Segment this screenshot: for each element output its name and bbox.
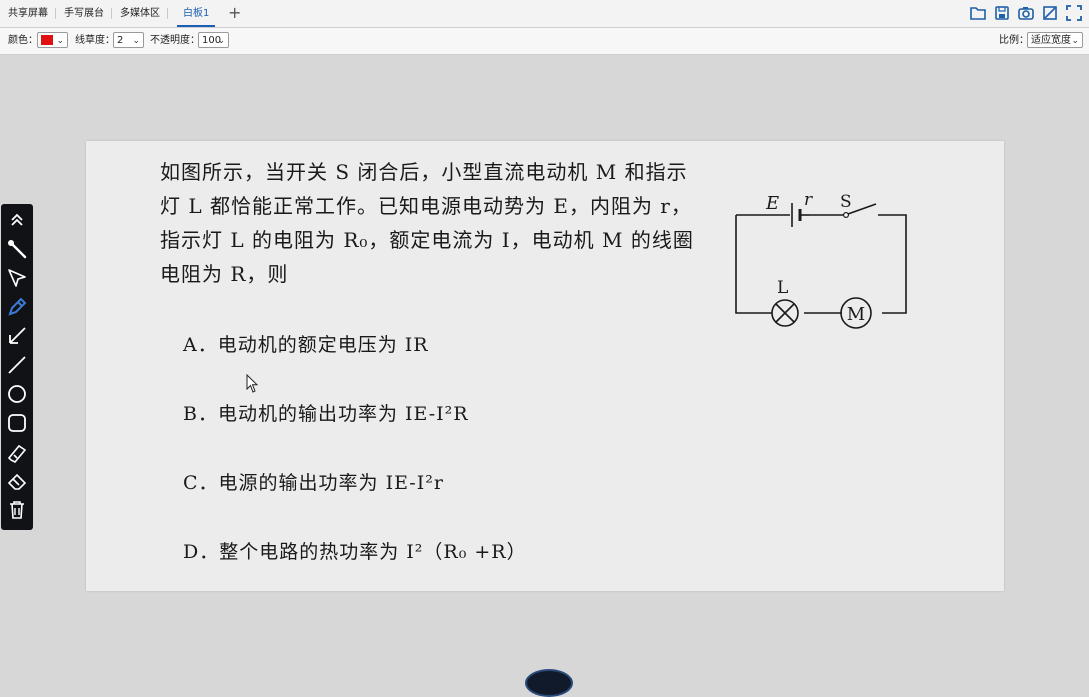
highlighter-icon[interactable] [5, 440, 29, 464]
stroke-label: 线草度： [75, 35, 115, 46]
top-icon-group [969, 4, 1083, 22]
option-a[interactable]: A．电动机的额定电压为 IR [183, 330, 429, 357]
chevron-down-icon: ⌄ [217, 36, 225, 46]
tab-share-screen[interactable]: 共享屏幕 [0, 0, 56, 27]
question-line: 如图所示，当开关 S 闭合后，小型直流电动机 M 和指示 [160, 160, 688, 184]
option-d[interactable]: D．整个电路的热功率为 I²（R₀ +R） [183, 537, 527, 564]
switch-lever [847, 203, 877, 215]
question-line: 灯 L 都恰能正常工作。已知电源电动势为 E，内阻为 r， [160, 194, 692, 218]
color-label: 颜色： [8, 35, 38, 46]
line-icon[interactable] [5, 353, 29, 377]
eraser-icon[interactable] [5, 469, 29, 493]
label-S: S [840, 192, 852, 212]
fullscreen-icon[interactable] [1065, 4, 1083, 22]
pen-icon[interactable] [5, 295, 29, 319]
label-M: M [847, 304, 865, 325]
label-E: E [765, 193, 779, 214]
pen-toolbar: 颜色： ⌄ 线草度： 2 ⌄ 不透明度： 100 ⌄ 比例： 适应宽度 ⌄ [0, 28, 1089, 55]
opacity-label: 不透明度： [150, 35, 200, 46]
folder-icon[interactable] [969, 4, 987, 22]
scale-select[interactable]: 适应宽度 ⌄ [1027, 32, 1083, 48]
stroke-value: 2 [117, 35, 124, 46]
arrow-line-icon[interactable] [5, 324, 29, 348]
mouse-cursor-icon [246, 374, 259, 393]
tab-handwriting-booth[interactable]: 手写展台 [56, 0, 112, 27]
circuit-diagram: M E r S L [735, 190, 907, 329]
chevron-down-icon: ⌄ [1071, 36, 1079, 46]
option-b[interactable]: B．电动机的输出功率为 IE-I²R [183, 399, 469, 426]
tab-bar: 共享屏幕 手写展台 多媒体区 白板1 + [0, 0, 1089, 28]
add-tab-button[interactable]: + [228, 4, 241, 22]
save-icon[interactable] [993, 4, 1011, 22]
switch-contact [842, 212, 849, 219]
floating-menu-button[interactable] [525, 669, 573, 697]
rounded-rect-icon[interactable] [5, 411, 29, 435]
label-L: L [777, 278, 788, 298]
option-c[interactable]: C．电源的输出功率为 IE-I²r [183, 468, 444, 495]
lamp-cross [775, 303, 795, 323]
label-r: r [804, 190, 813, 210]
image-edit-icon[interactable] [1041, 4, 1059, 22]
scale-label: 比例： [999, 35, 1029, 46]
question-line: 指示灯 L 的电阻为 R₀，额定电流为 I，电动机 M 的线圈 [160, 228, 694, 252]
drawing-tool-palette [1, 204, 33, 530]
color-swatch [41, 35, 53, 45]
circle-icon[interactable] [5, 382, 29, 406]
opacity-select[interactable]: 100 ⌄ [198, 32, 229, 48]
circuit-wire [735, 214, 907, 314]
tab-multimedia[interactable]: 多媒体区 [112, 0, 168, 27]
chevron-down-icon: ⌄ [132, 36, 140, 46]
laser-pointer-icon[interactable] [5, 237, 29, 261]
tab-whiteboard-1[interactable]: 白板1 [175, 0, 217, 27]
question-line: 电阻为 R，则 [160, 262, 289, 286]
whiteboard-slide[interactable]: 如图所示，当开关 S 闭合后，小型直流电动机 M 和指示 灯 L 都恰能正常工作… [86, 141, 1004, 591]
chevron-down-icon: ⌄ [56, 36, 64, 46]
select-arrow-icon[interactable] [5, 266, 29, 290]
trash-icon[interactable] [5, 498, 29, 522]
question-stem: 如图所示，当开关 S 闭合后，小型直流电动机 M 和指示 灯 L 都恰能正常工作… [160, 155, 720, 291]
scale-value: 适应宽度 [1031, 35, 1071, 46]
stroke-select[interactable]: 2 ⌄ [113, 32, 144, 48]
collapse-up-icon[interactable] [5, 208, 29, 232]
camera-icon[interactable] [1017, 4, 1035, 22]
color-select[interactable]: ⌄ [37, 32, 68, 48]
